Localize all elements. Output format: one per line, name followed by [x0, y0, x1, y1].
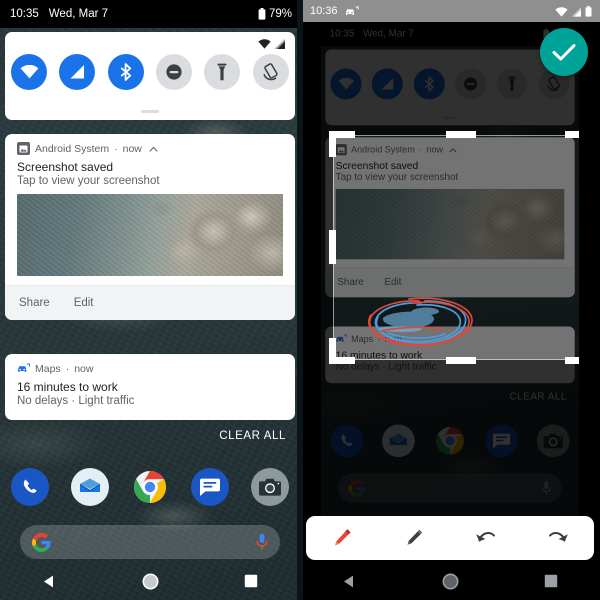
- battery-icon: [585, 5, 592, 17]
- bluetooth-icon: [120, 63, 131, 81]
- auto-rotate-tile[interactable]: [252, 54, 289, 90]
- home-button[interactable]: [442, 573, 459, 590]
- auto-rotate-icon: [263, 63, 278, 81]
- notification-subtitle: No delays · Light traffic: [17, 395, 135, 407]
- dark-pen-tool[interactable]: [394, 518, 434, 558]
- do-not-disturb-tile[interactable]: [156, 54, 193, 90]
- quick-settings-status-icons: [258, 39, 286, 49]
- flashlight-icon: [218, 63, 227, 81]
- panel-divider: [297, 0, 303, 600]
- notification-app-name: Android System: [35, 142, 110, 155]
- chevron-up-icon[interactable]: [149, 146, 158, 152]
- confirm-button[interactable]: [540, 28, 588, 76]
- notification-separator: ·: [65, 362, 70, 375]
- status-date: Wed, Mar 7: [48, 8, 109, 20]
- directions-car-icon: [18, 363, 30, 372]
- signal-icon: [70, 65, 84, 79]
- undo-button[interactable]: [466, 518, 506, 558]
- maps-app-icon: [17, 362, 30, 375]
- notification-actions: Share Edit: [5, 285, 295, 320]
- notification-subtitle: Tap to view your screenshot: [17, 175, 160, 187]
- share-action-button[interactable]: Share: [19, 297, 50, 309]
- messages-app-icon[interactable]: [191, 468, 229, 506]
- envelope-icon: [80, 478, 100, 492]
- app-dock: [0, 468, 300, 506]
- bluetooth-tile[interactable]: [107, 54, 144, 90]
- status-right-group: [555, 5, 592, 17]
- navigation-bar: [0, 562, 300, 600]
- image-icon: [19, 145, 28, 152]
- back-button[interactable]: [42, 574, 57, 589]
- notification-maps[interactable]: Maps · now 16 minutes to work No delays …: [5, 354, 295, 420]
- notification-separator: ·: [114, 142, 118, 155]
- back-button[interactable]: [342, 574, 357, 589]
- google-g-icon: [32, 532, 51, 552]
- notification-title: Screenshot saved: [17, 160, 114, 174]
- wifi-icon: [20, 65, 39, 79]
- notification-header: Maps · now: [5, 354, 295, 377]
- undo-arrow-icon: [476, 532, 495, 542]
- pen-icon: [335, 529, 351, 546]
- flashlight-tile[interactable]: [204, 54, 241, 90]
- recents-button[interactable]: [244, 574, 258, 588]
- annotation-layer: [368, 297, 473, 347]
- wifi-icon: [555, 6, 568, 17]
- android-system-app-icon: [17, 142, 30, 155]
- android-auto-icon: [345, 6, 359, 17]
- mobile-data-tile[interactable]: [59, 54, 96, 90]
- notification-time: now: [122, 142, 142, 155]
- quick-settings-tiles: [5, 54, 295, 90]
- notification-time: now: [74, 362, 94, 375]
- recents-button[interactable]: [544, 574, 558, 588]
- check-icon: [552, 43, 576, 60]
- pen-icon: [407, 529, 423, 545]
- status-right-group: 79%: [258, 8, 292, 20]
- edit-action-button[interactable]: Edit: [74, 297, 94, 309]
- markup-toolbar: [306, 516, 594, 560]
- chrome-logo-icon: [134, 471, 166, 503]
- status-time: 10:36: [310, 5, 338, 17]
- screenshot-canvas[interactable]: 10:35 Wed, Mar 7 79%: [321, 22, 579, 522]
- phone-app-icon[interactable]: [11, 468, 49, 506]
- camera-icon: [259, 478, 281, 496]
- red-pen-tool[interactable]: [322, 518, 362, 558]
- wifi-tile[interactable]: [11, 54, 48, 90]
- quick-settings-panel[interactable]: [5, 32, 295, 120]
- chrome-app-icon[interactable]: [131, 468, 169, 506]
- status-time: 10:35: [10, 8, 39, 20]
- gmail-app-icon[interactable]: [71, 468, 109, 506]
- camera-app-icon[interactable]: [251, 468, 289, 506]
- status-bar: 10:36: [300, 0, 600, 22]
- status-bar: 10:35 Wed, Mar 7 79%: [0, 0, 300, 28]
- notification-title: 16 minutes to work: [17, 380, 118, 394]
- clear-all-button[interactable]: CLEAR ALL: [219, 430, 286, 442]
- do-not-disturb-icon: [166, 64, 182, 80]
- signal-icon: [274, 39, 285, 49]
- notification-preview-image[interactable]: [17, 194, 283, 276]
- screenshot-comparison: 10:35 Wed, Mar 7 79% Android System · no…: [0, 0, 600, 600]
- left-phone-screen: 10:35 Wed, Mar 7 79% Android System · no…: [0, 0, 300, 600]
- navigation-bar: [300, 562, 600, 600]
- quick-settings-drag-handle[interactable]: [141, 110, 159, 113]
- notification-screenshot[interactable]: Android System · now Screenshot saved Ta…: [5, 134, 295, 320]
- microphone-icon[interactable]: [256, 533, 268, 551]
- notification-app-name: Maps: [35, 362, 61, 375]
- redo-arrow-icon: [549, 532, 568, 542]
- right-phone-screen: 10:36 10:35 Wed, Mar 7 Android System · …: [300, 0, 600, 600]
- message-bubble-icon: [200, 478, 220, 496]
- redo-button[interactable]: [538, 518, 578, 558]
- wifi-icon: [258, 39, 271, 49]
- notification-header: Android System · now: [5, 134, 295, 157]
- home-button[interactable]: [142, 573, 159, 590]
- battery-percent-label: 79%: [268, 8, 292, 20]
- google-search-bar[interactable]: [20, 525, 280, 559]
- signal-icon: [571, 6, 581, 17]
- phone-handset-icon: [23, 479, 37, 493]
- battery-icon: [258, 8, 266, 20]
